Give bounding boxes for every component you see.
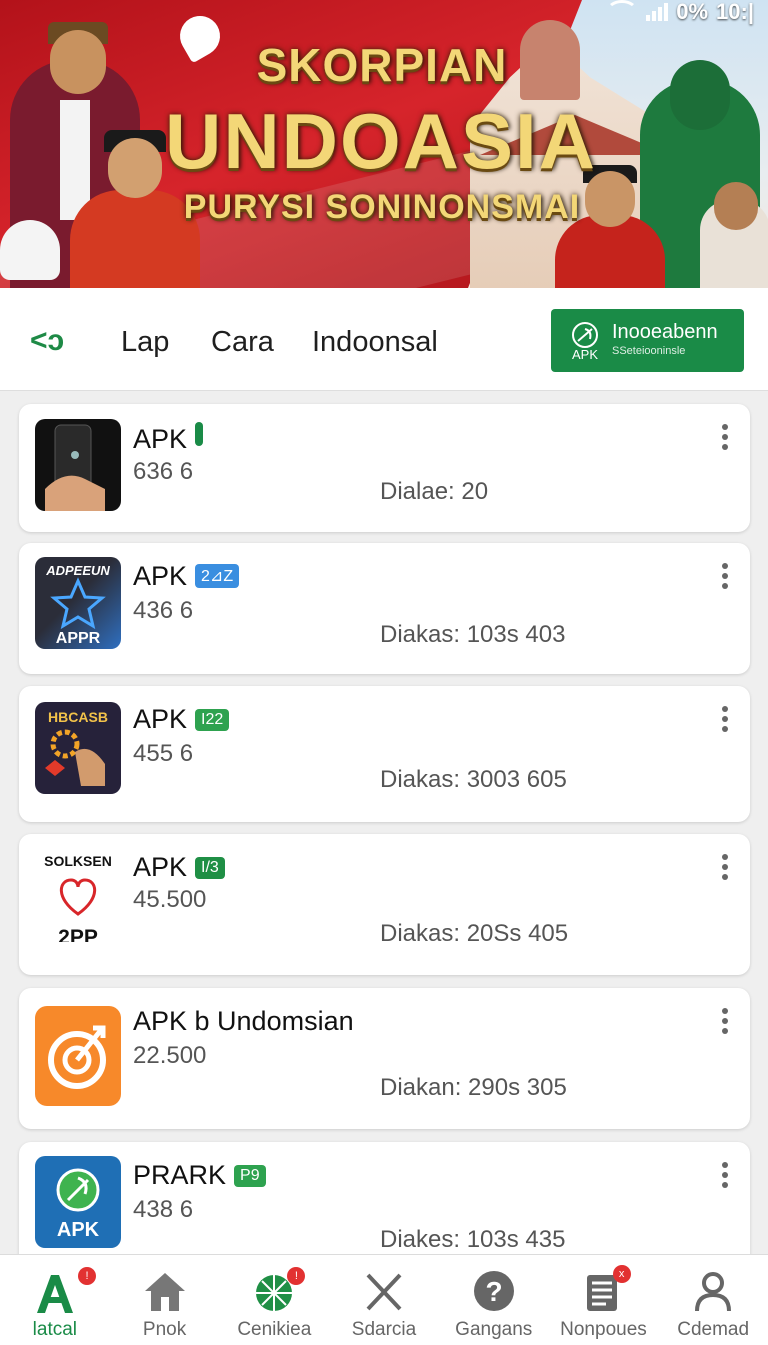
notification-badge: ! [78, 1267, 96, 1285]
app-name: APK b Undomsian [133, 1006, 354, 1036]
more-options-icon[interactable] [722, 563, 728, 589]
icon-text-bottom: APPR [56, 630, 101, 647]
promo-title: Inooeabenn [612, 321, 718, 343]
home-icon [144, 1273, 185, 1311]
apk-logo-icon [36, 1275, 73, 1313]
target-arrow-icon [35, 1006, 121, 1106]
nav-item-cenikiea[interactable]: ! Cenikiea [219, 1255, 329, 1345]
nav-label: Nonpoues [560, 1319, 647, 1340]
app-name: APK I22 [133, 704, 230, 735]
nav-item-sdarcia[interactable]: Sdarcia [329, 1255, 439, 1345]
app-version: 436 6 [133, 597, 194, 624]
heart-icon: SOLKSEN 2PP [35, 850, 121, 942]
app-card[interactable]: ADPEEUN APPR APK 2⊿Z 436 6 Diakas: 103s 4… [19, 543, 750, 674]
help-icon: ? [473, 1271, 514, 1311]
app-card[interactable]: APK 636 6 Dialae: 20 [19, 404, 750, 532]
close-icon [366, 1273, 402, 1311]
nav-label: Cdemad [677, 1319, 750, 1340]
notification-badge: ! [287, 1267, 306, 1285]
banner-hand [0, 220, 60, 280]
nav-item-pnok[interactable]: Pnok [110, 1255, 220, 1345]
battery-text: 0% [676, 0, 709, 24]
banner-title-line2: UNDOASIA [164, 97, 597, 185]
apk-leaf-icon: APK [35, 1156, 121, 1248]
icon-text-top: HBCASB [48, 709, 108, 725]
app-card[interactable]: APK b Undomsian 22.500 Diakan: 290s 305 [19, 988, 750, 1129]
app-card[interactable]: SOLKSEN 2PP APK I/3 45.500 Diakas: 20Ss 4… [19, 834, 750, 975]
nav-item-nonpoues[interactable]: x Nonpoues [549, 1255, 659, 1345]
app-downloads: Diakas: 103s 403 [380, 621, 566, 648]
nav-label: Sdarcia [351, 1319, 417, 1340]
status-bar: 0% 10:| [606, 0, 754, 24]
app-badge: P9 [234, 1165, 266, 1187]
app-name: APK 2⊿Z [133, 561, 240, 592]
clock-text: 10:| [716, 0, 754, 24]
top-toolbar: <ɔ Lap Cara Indoonsal APK Inooeabenn SSe… [0, 288, 768, 391]
icon-text-top: SOLKSEN [44, 853, 112, 869]
app-version: 45.500 [133, 886, 207, 913]
icon-text-bottom: APK [57, 1219, 100, 1241]
app-badge [195, 422, 204, 446]
more-options-icon[interactable] [722, 1008, 728, 1034]
apk-leaf-icon: APK [572, 322, 598, 361]
app-badge: 2⊿Z [195, 564, 240, 588]
app-name: APK [133, 422, 204, 455]
more-options-icon[interactable] [722, 854, 728, 880]
app-version: 636 6 [133, 458, 194, 485]
app-name: APK I/3 [133, 852, 225, 883]
notification-badge: x [612, 1265, 631, 1283]
gear-hand-icon: HBCASB [35, 702, 121, 794]
icon-text-top: ADPEEUN [45, 563, 110, 578]
nav-label: Cenikiea [237, 1319, 312, 1340]
banner-title-line1: SKORPIAN [256, 39, 508, 91]
nav-label: Pnok [142, 1319, 187, 1340]
app-version: 438 6 [133, 1196, 194, 1223]
nav-item-gangans[interactable]: ? Gangans [439, 1255, 549, 1345]
app-badge: I/3 [195, 857, 225, 879]
banner-title-line3: PURYSI SONINONSMAI [183, 188, 581, 226]
app-downloads: Diakan: 290s 305 [380, 1074, 567, 1101]
icon-text-bottom: 2PP [58, 926, 98, 942]
nav-label: latcal [32, 1319, 78, 1340]
more-options-icon[interactable] [722, 706, 728, 732]
back-icon[interactable]: <ɔ [30, 326, 72, 356]
tab-indoonsal[interactable]: Indoonsal [312, 326, 438, 359]
nav-label: Gangans [455, 1319, 533, 1340]
bottom-nav: ! latcal Pnok ! Cenikiea Sdarcia ? Ganga… [0, 1254, 768, 1345]
hero-banner[interactable]: SKORPIAN UNDOASIA PURYSI SONINONSMAI 0% … [0, 0, 768, 288]
app-downloads: Diakas: 3003 605 [380, 766, 567, 793]
more-options-icon[interactable] [722, 424, 728, 450]
phone-hand-icon [35, 419, 121, 511]
wifi-icon [606, 0, 639, 24]
user-icon [695, 1272, 732, 1312]
star-appr-icon: ADPEEUN APPR [35, 557, 121, 649]
nav-item-latcal[interactable]: ! latcal [0, 1255, 110, 1345]
promo-button[interactable]: APK Inooeabenn SSeteiooninsle [551, 309, 744, 372]
app-card[interactable]: HBCASB APK I22 455 6 Diakas: 3003 605 [19, 686, 750, 822]
promo-logo-text: APK [572, 347, 598, 361]
app-badge: I22 [195, 709, 230, 731]
app-downloads: Diakes: 103s 435 [380, 1226, 566, 1253]
app-downloads: Dialae: 20 [380, 478, 489, 505]
svg-text:?: ? [485, 1276, 502, 1307]
more-options-icon[interactable] [722, 1162, 728, 1188]
app-version: 22.500 [133, 1042, 207, 1069]
app-version: 455 6 [133, 740, 194, 767]
app-name: PRARK P9 [133, 1160, 266, 1191]
promo-subtitle: SSeteiooninsle [612, 345, 686, 357]
nav-item-cdemad[interactable]: Cdemad [658, 1255, 768, 1345]
tab-cara[interactable]: Cara [211, 326, 274, 359]
app-downloads: Diakas: 20Ss 405 [380, 920, 569, 947]
signal-icon [646, 3, 669, 21]
tab-lap[interactable]: Lap [121, 326, 169, 359]
